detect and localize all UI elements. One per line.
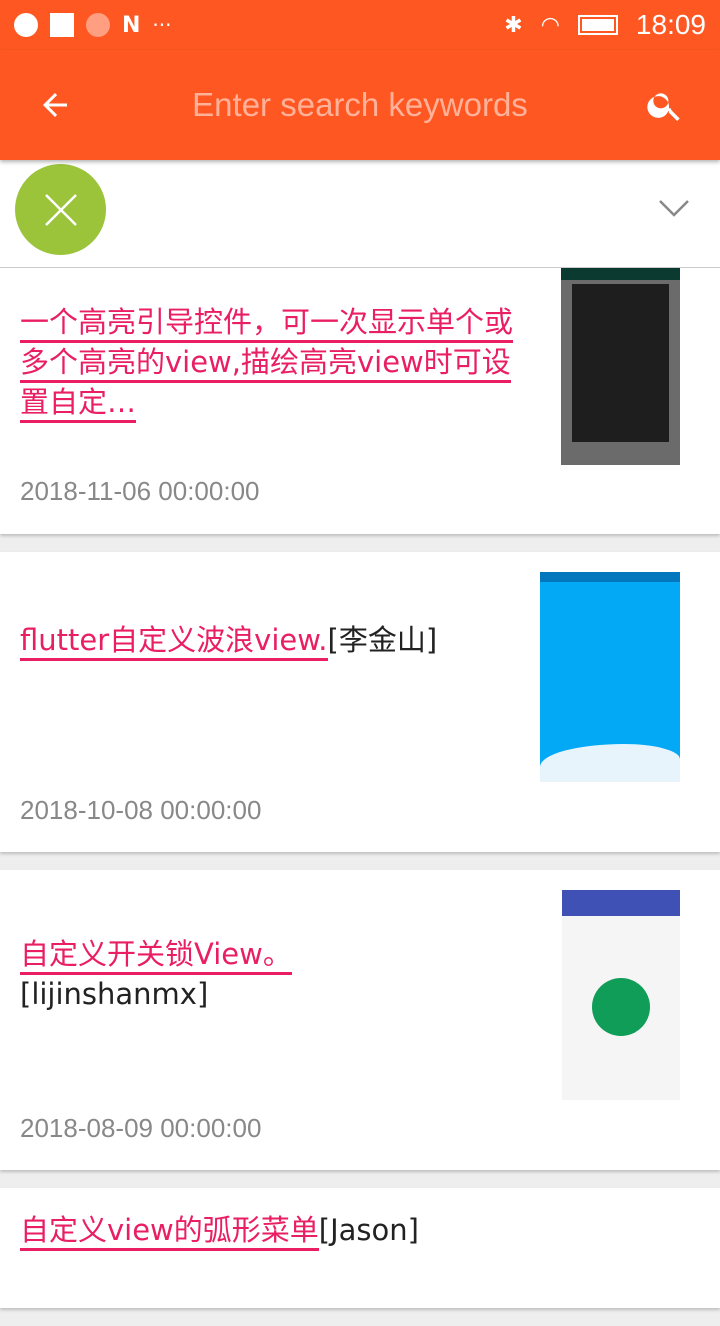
list-item[interactable]: flutter自定义波浪view.[李金山] 2018-10-08 00:00:… [0,552,720,852]
article-thumbnail [562,890,680,1100]
article-title[interactable]: flutter自定义波浪view.[李金山] [20,620,490,661]
toolbar [0,50,720,160]
article-title[interactable]: 自定义view的弧形菜单[Jason] [20,1210,620,1251]
list-item[interactable]: 自定义开关锁View。 [lijinshanmx] 2018-08-09 00:0… [0,870,720,1170]
wifi-icon: ◠ [540,12,560,37]
arrow-left-icon [43,93,67,117]
close-icon [44,193,77,226]
chevron-down-icon[interactable] [658,198,690,218]
clock: 18:09 [635,9,706,40]
square-icon [50,13,74,37]
search-input[interactable] [110,86,610,124]
article-thumbnail [561,268,680,465]
close-fab-button[interactable] [15,164,106,255]
status-bar: N ··· ✱ ◠ 18:09 [0,0,720,50]
article-list: 一个高亮引导控件，可一次显示单个或多个高亮的view,描绘高亮view时可设置自… [0,268,720,1326]
list-item[interactable]: 自定义view的弧形菜单[Jason] [0,1188,720,1308]
article-thumbnail [540,572,680,782]
n-icon: N [122,12,141,38]
article-date: 2018-10-08 00:00:00 [20,795,262,825]
filter-bar [0,160,720,268]
globe-icon [14,13,38,37]
article-date: 2018-11-06 00:00:00 [20,476,260,506]
article-title[interactable]: 一个高亮引导控件，可一次显示单个或多个高亮的view,描绘高亮view时可设置自… [20,302,520,423]
search-app-icon [86,13,110,37]
bluetooth-icon: ✱ [504,12,523,37]
back-button[interactable] [0,50,110,160]
more-icon: ··· [152,13,172,37]
article-date: 2018-08-09 00:00:00 [20,1113,262,1143]
search-button[interactable] [610,50,720,160]
list-item[interactable]: 一个高亮引导控件，可一次显示单个或多个高亮的view,描绘高亮view时可设置自… [0,268,720,534]
article-title[interactable]: 自定义开关锁View。 [lijinshanmx] [20,934,370,1014]
search-icon [647,93,680,121]
battery-icon [577,15,618,35]
